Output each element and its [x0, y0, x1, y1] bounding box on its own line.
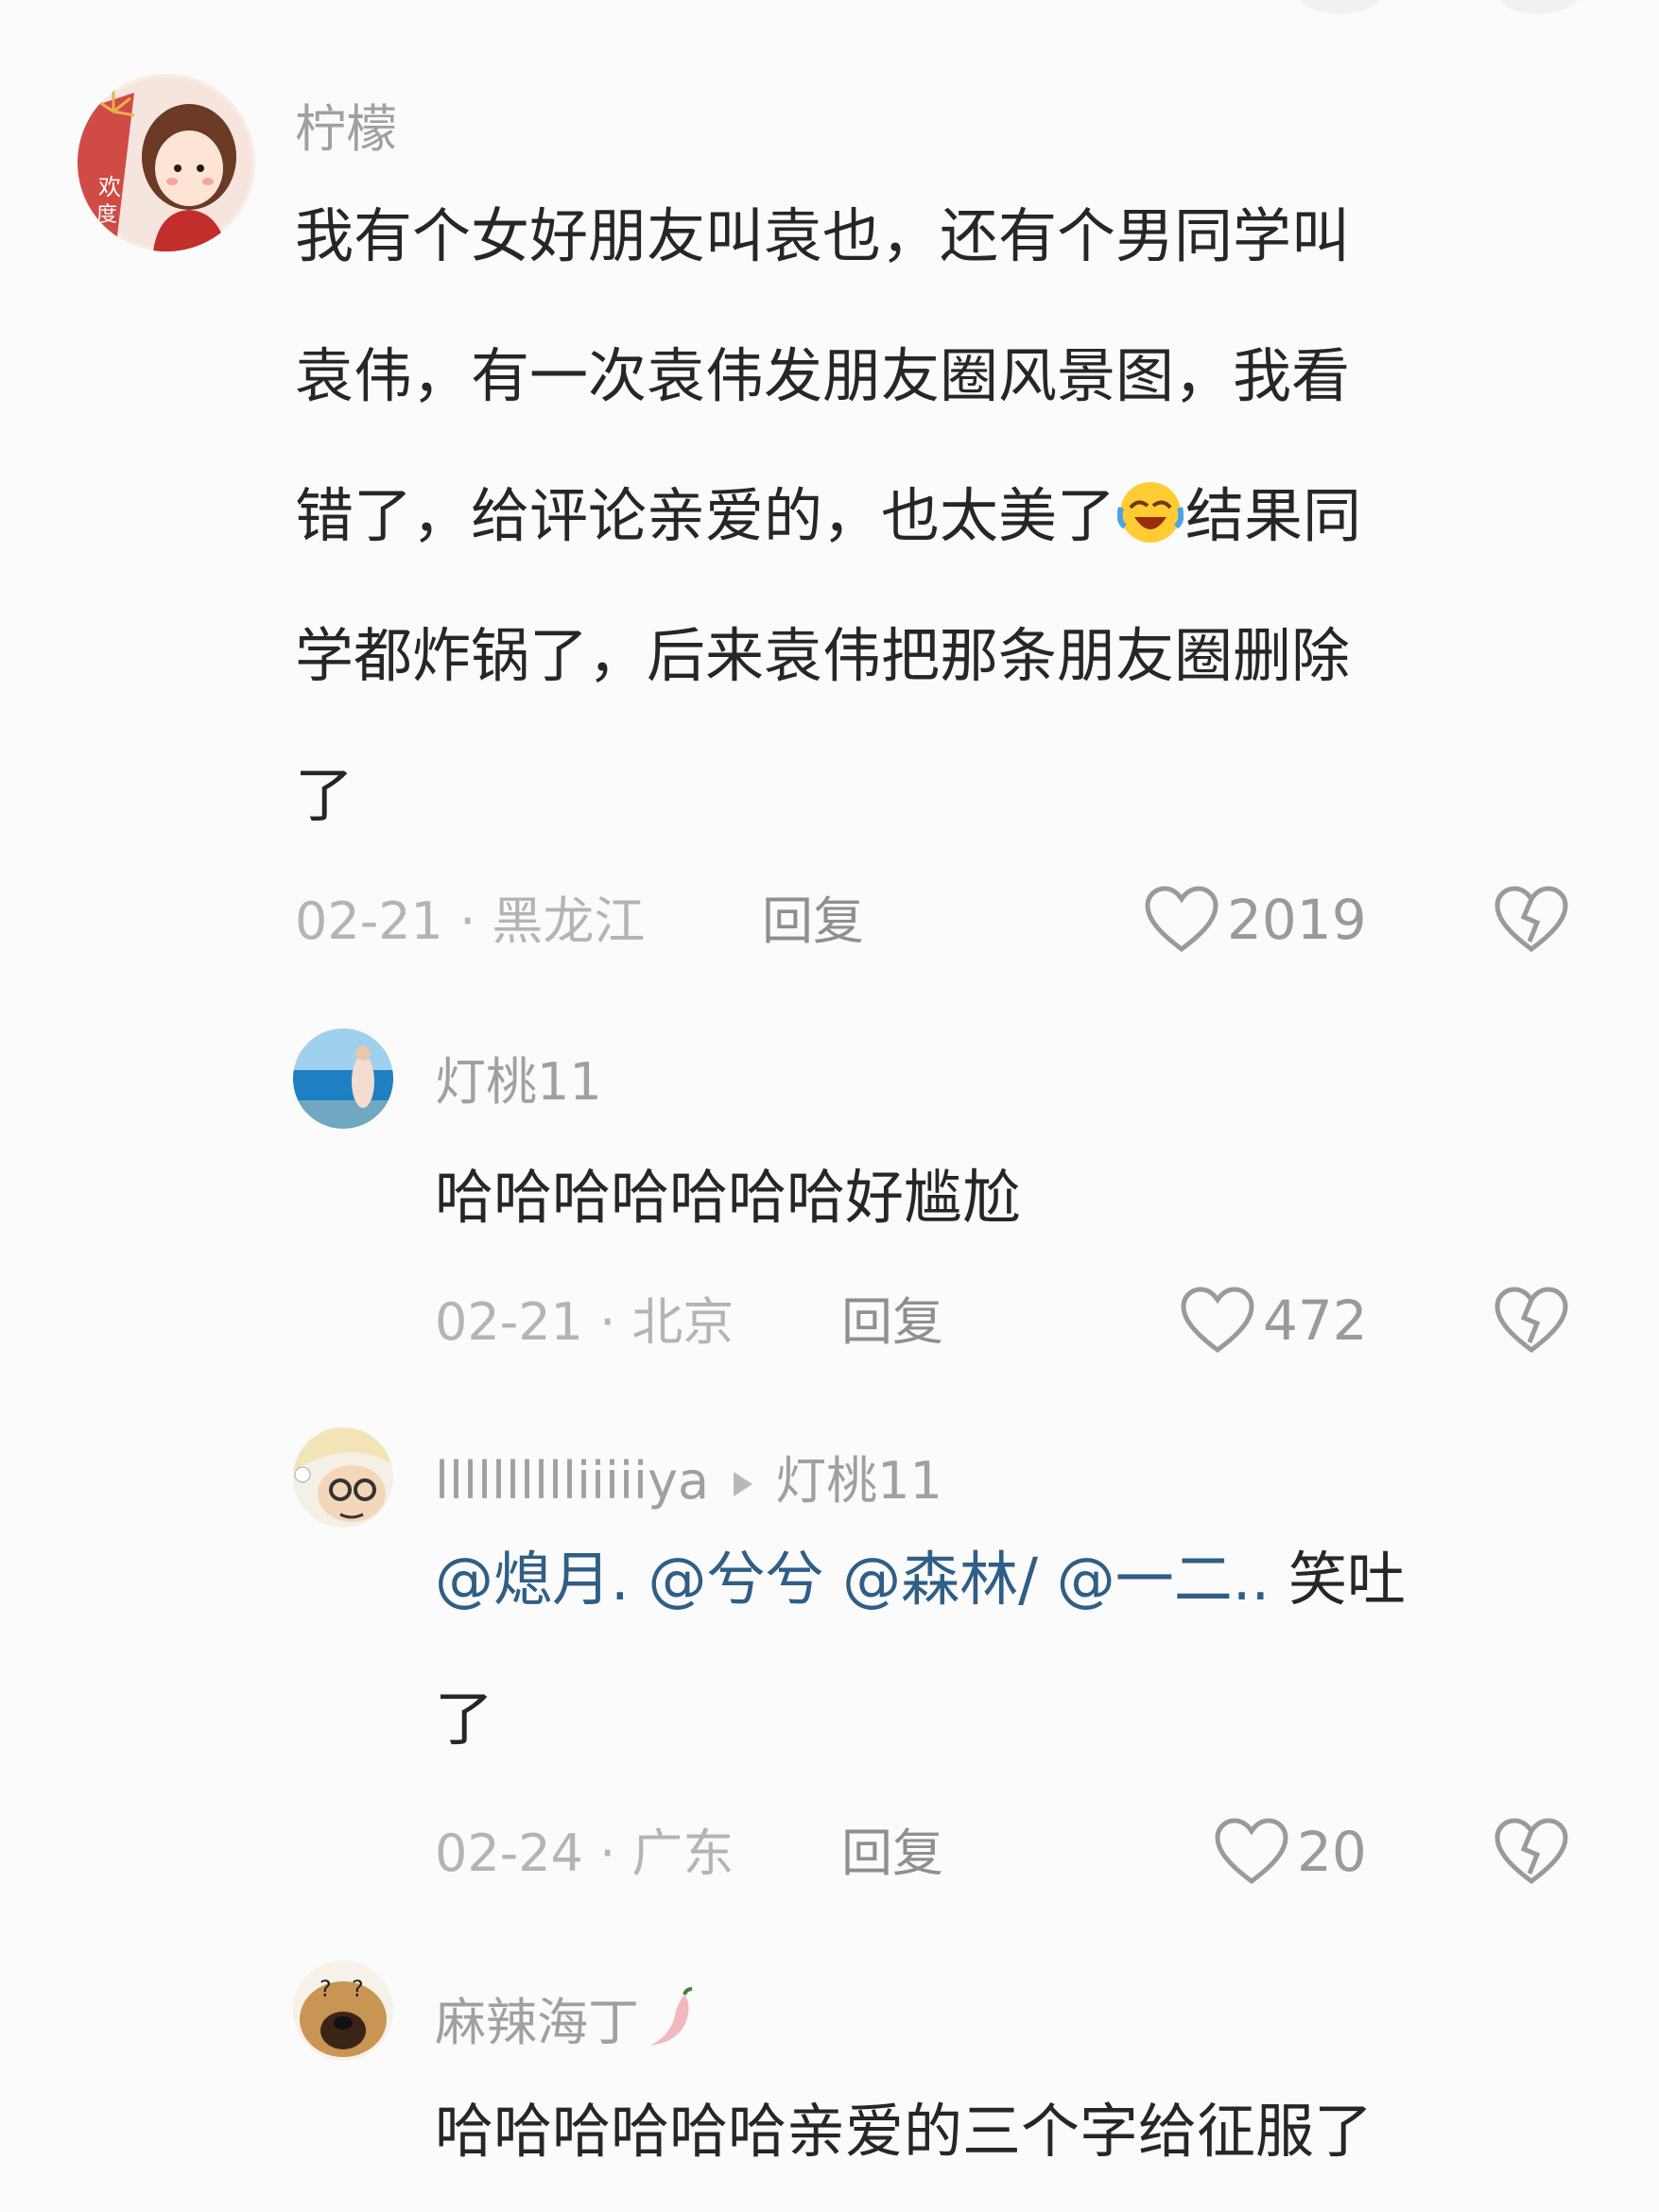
reply-button[interactable]: 回复: [841, 1828, 943, 1879]
mention-link[interactable]: @熄月.: [435, 1545, 630, 1614]
like-button[interactable]: 20: [1214, 1817, 1367, 1887]
mention-link[interactable]: @兮兮: [648, 1545, 823, 1614]
reply-button[interactable]: 回复: [841, 1297, 943, 1348]
comment-text-line: 袁伟，有一次袁伟发朋友圈风景图，我看: [295, 341, 1351, 410]
like-count: 20: [1297, 1820, 1367, 1884]
comment-username-row: lllllllllliiiiiya 灯桃11: [435, 1456, 942, 1507]
dislike-heart-icon[interactable]: [1494, 1286, 1569, 1356]
comment-text-segment: 错了，给评论亲爱的，也太美了: [295, 481, 1116, 550]
comment-text-line: 错了，给评论亲爱的，也太美了 结果同: [295, 446, 1361, 586]
heart-icon: [1181, 1287, 1254, 1354]
svg-text:?: ?: [352, 1976, 364, 2002]
top-partial-button: [1295, 0, 1385, 14]
comment-text-segment: 结果同: [1185, 481, 1362, 550]
heart-icon: [1215, 1818, 1288, 1885]
dislike-heart-icon[interactable]: [1494, 1817, 1569, 1887]
like-button[interactable]: 2019: [1144, 885, 1367, 955]
reply-arrow-icon: [734, 1472, 753, 1497]
svg-text:度: 度: [96, 203, 117, 227]
dislike-heart-icon[interactable]: [1494, 885, 1569, 955]
comment-text-line: 我有个女好朋友叫袁也，还有个男同学叫: [295, 201, 1351, 270]
svg-text:欢: 欢: [98, 174, 121, 200]
comment-text-line: 了: [295, 761, 354, 830]
like-button[interactable]: 472: [1180, 1286, 1368, 1356]
svg-text:?: ?: [320, 1976, 332, 2002]
heart-icon: [1145, 886, 1218, 953]
comment-username[interactable]: 麻辣海丁: [435, 1987, 698, 2049]
reply-to-username[interactable]: 灯桃11: [775, 1451, 942, 1511]
comment-username[interactable]: 柠檬: [295, 104, 397, 155]
comment-username[interactable]: 灯桃11: [435, 1057, 602, 1108]
like-count: 2019: [1227, 888, 1367, 952]
comment-text: @熄月. @兮兮 @森林/ @一二.. 笑吐: [435, 1550, 1406, 1609]
comment-text: 哈哈哈哈哈哈亲爱的三个字给征服了: [435, 2097, 1374, 2166]
comment-text-line: 学都炸锅了，后来袁伟把那条朋友圈删除: [295, 621, 1351, 690]
laughing-crying-emoji-icon: [1116, 482, 1184, 543]
dog-avatar-icon[interactable]: ? ?: [293, 1961, 393, 2061]
top-partial-button: [1494, 0, 1583, 14]
sea-photo-avatar-icon[interactable]: [293, 1028, 393, 1129]
like-count: 472: [1263, 1288, 1368, 1353]
mention-link[interactable]: @森林/: [842, 1545, 1038, 1614]
comment-text: 哈哈哈哈哈哈哈好尴尬: [435, 1163, 1022, 1232]
reply-button[interactable]: 回复: [762, 896, 864, 947]
chili-pepper-icon: [650, 1987, 693, 2046]
comment-username-text: 麻辣海丁: [435, 1993, 639, 2052]
mention-link[interactable]: @一二..: [1057, 1545, 1270, 1614]
comment-date-location: 02-21 · 北京: [435, 1292, 734, 1352]
comment-text-line: 了: [435, 1685, 494, 1754]
comment-username[interactable]: lllllllllliiiiiya: [435, 1451, 709, 1511]
cartoon-avatar-icon[interactable]: [293, 1427, 393, 1528]
girl-avatar-icon[interactable]: 欢 度: [78, 74, 255, 251]
comment-text-segment: 笑吐: [1287, 1545, 1406, 1614]
comment-date-location: 02-21 · 黑龙江: [295, 891, 646, 951]
comment-text: 我有个女好朋友叫袁也，还有个男同学叫 袁伟，有一次袁伟发朋友圈风景图，我看 错了…: [295, 201, 1361, 866]
comment-date-location: 02-24 · 广东: [435, 1823, 734, 1883]
